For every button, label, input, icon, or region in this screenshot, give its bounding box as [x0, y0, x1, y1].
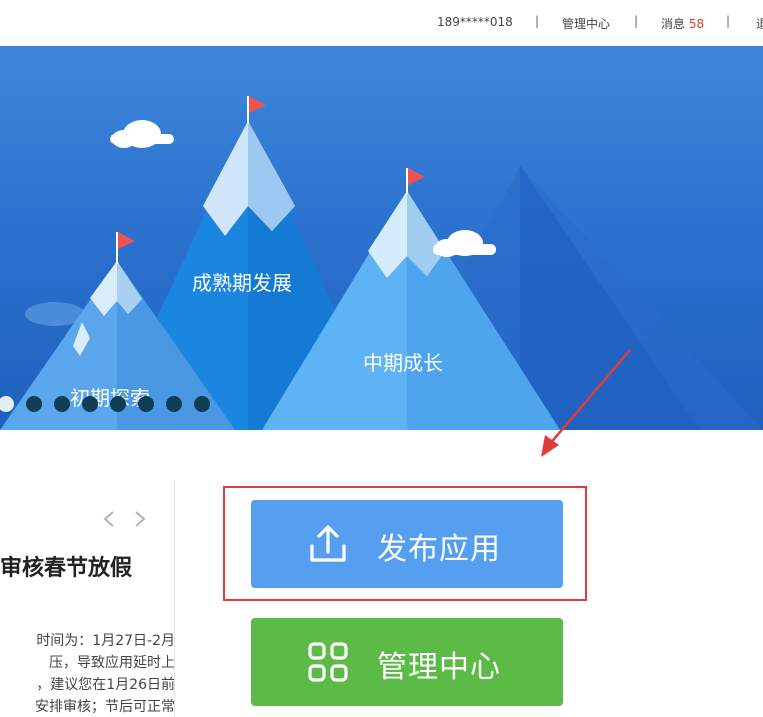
announcement-line: 压，导致应用延时上 — [49, 655, 175, 671]
messages-label: 消息 — [661, 17, 686, 31]
publish-app-button[interactable]: 发布应用 — [251, 500, 563, 588]
divider: | — [726, 14, 731, 28]
manage-center-button[interactable]: 管理中心 — [251, 618, 563, 706]
divider: | — [535, 14, 540, 28]
top-link-messages[interactable]: 消息 58 — [661, 15, 704, 32]
chevron-right-icon[interactable] — [131, 510, 149, 528]
grid-apps-icon — [308, 642, 348, 682]
top-bar: 189*****018 | 管理中心 | 消息 58 | 退 — [0, 0, 763, 46]
top-link-manage-center[interactable]: 管理中心 — [562, 15, 610, 32]
user-phone[interactable]: 189*****018 — [437, 15, 513, 29]
announcement-line: 安排审核；节后可正常 — [35, 699, 175, 715]
manage-center-label: 管理中心 — [377, 650, 501, 685]
peak-label-mature: 成熟期发展 — [192, 271, 292, 295]
announcement-body: 时间为：1月27日-2月 压，导致应用延时上 ，建议您在1月26日前 安排审核；… — [0, 630, 175, 717]
announcement-panel: 审核春节放假 时间为：1月27日-2月 压，导致应用延时上 ，建议您在1月26日… — [0, 480, 175, 717]
chevron-left-icon[interactable] — [100, 510, 118, 528]
messages-count-badge: 58 — [688, 17, 705, 31]
announcement-line: 时间为：1月27日-2月 — [36, 633, 175, 649]
carousel-dot[interactable] — [82, 396, 98, 412]
announcement-title[interactable]: 审核春节放假 — [0, 550, 132, 582]
carousel-dot[interactable] — [138, 396, 154, 412]
hero-banner[interactable]: 成熟期发展 中期成长 初期探索 — [0, 46, 763, 430]
carousel-dot[interactable] — [110, 396, 126, 412]
carousel-dot[interactable] — [194, 396, 210, 412]
top-link-logout[interactable]: 退 — [756, 15, 763, 32]
carousel-dot[interactable] — [54, 396, 70, 412]
divider: | — [634, 14, 639, 28]
carousel-dot[interactable] — [26, 396, 42, 412]
announcement-line: ，建议您在1月26日前 — [36, 677, 175, 693]
publish-app-label: 发布应用 — [377, 532, 501, 567]
upload-icon — [310, 525, 346, 562]
carousel-dot[interactable] — [166, 396, 182, 412]
peak-label-mid: 中期成长 — [363, 351, 443, 375]
annotation-arrow — [541, 349, 631, 457]
